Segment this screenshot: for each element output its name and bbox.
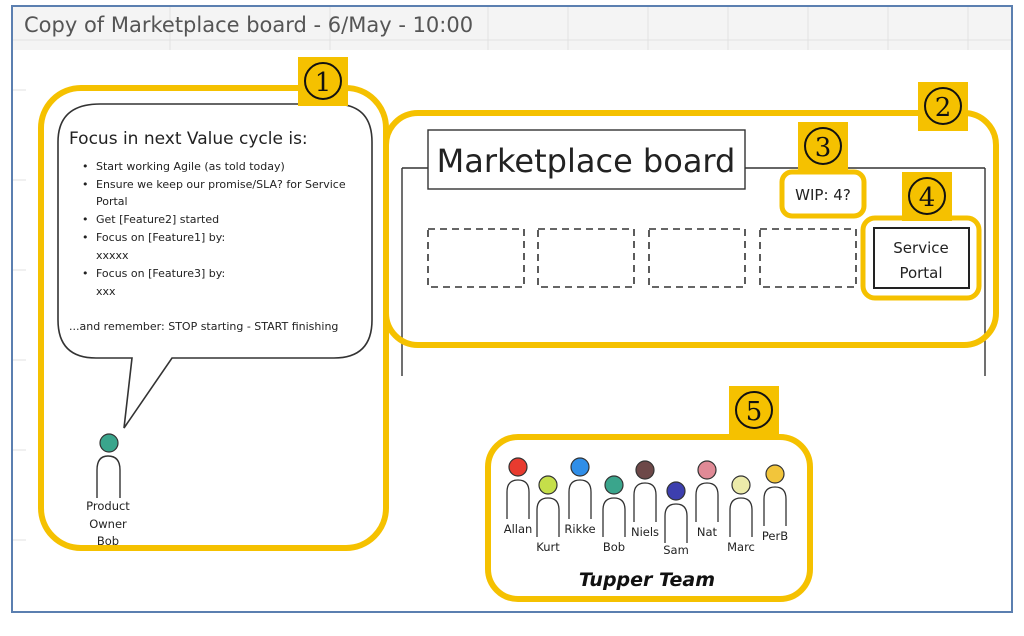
team-member-body xyxy=(729,497,753,537)
team-member-name: PerB xyxy=(762,529,788,543)
team-member-head xyxy=(508,457,528,477)
product-owner-label: Bob xyxy=(97,534,119,548)
team-member-body xyxy=(664,503,688,543)
bullet-item-continued: xxxxx xyxy=(96,249,129,262)
bullet-dot: • xyxy=(82,178,89,191)
bubble-heading: Focus in next Value cycle is: xyxy=(69,129,308,149)
callout-badge-4: 4 xyxy=(902,172,952,221)
callout-badge-3: 3 xyxy=(798,122,848,171)
bullet-dot: • xyxy=(82,213,89,226)
callout-number: 3 xyxy=(815,133,832,163)
callout-number: 4 xyxy=(919,183,936,213)
bullet-item-continued: xxx xyxy=(96,285,116,298)
team-member-body xyxy=(633,482,657,522)
bullet-dot: • xyxy=(82,267,89,280)
team-member-head xyxy=(538,475,558,495)
team-member-head xyxy=(604,475,624,495)
bullet-dot: • xyxy=(82,160,89,173)
bullet-item: Focus on [Feature1] by: xyxy=(96,231,225,244)
product-owner-head xyxy=(99,433,119,453)
team-member-name: Bob xyxy=(603,540,625,554)
bubble-closing: ...and remember: STOP starting - START f… xyxy=(69,320,338,333)
team-member-head xyxy=(570,457,590,477)
product-owner-body xyxy=(96,455,121,498)
team-member: Nat xyxy=(695,460,719,539)
bullet-dot: • xyxy=(82,231,89,244)
team-member-body xyxy=(568,479,592,519)
team-member-head xyxy=(731,475,751,495)
team-member-name: Nat xyxy=(697,525,718,539)
team-member: Sam xyxy=(663,481,689,557)
team-name: Tupper Team xyxy=(579,569,715,591)
service-portal-label: Portal xyxy=(899,264,942,282)
board-title: Marketplace board xyxy=(437,142,736,180)
wip-limit-label: WIP: 4? xyxy=(795,186,851,204)
team-member-name: Kurt xyxy=(536,540,560,554)
team-member-head xyxy=(635,460,655,480)
bullet-item-continued: Portal xyxy=(96,195,128,208)
callout-badge-2: 2 xyxy=(918,82,968,131)
product-owner-label: Product xyxy=(86,499,130,513)
bullet-item: Focus on [Feature3] by: xyxy=(96,267,225,280)
team-member: Bob xyxy=(602,475,626,554)
callout-number: 2 xyxy=(935,93,952,123)
product-owner-label: Owner xyxy=(89,517,127,531)
team-member-name: Marc xyxy=(727,540,755,554)
team-member-body xyxy=(695,482,719,522)
callout-number: 1 xyxy=(315,68,332,98)
team-member-name: Rikke xyxy=(564,522,595,536)
team-member-name: Sam xyxy=(663,543,689,557)
bullet-item: Start working Agile (as told today) xyxy=(96,160,285,173)
team-member-body xyxy=(763,486,787,526)
team-member-head xyxy=(765,464,785,484)
bullet-item: Ensure we keep our promise/SLA? for Serv… xyxy=(96,178,346,191)
team-member-body xyxy=(602,497,626,537)
team-member: Kurt xyxy=(536,475,560,554)
team-member-body xyxy=(506,479,530,519)
callout-badge-1: 1 xyxy=(298,57,348,106)
callout-number: 5 xyxy=(746,397,763,427)
team-member-name: Allan xyxy=(504,522,533,536)
team-member-head xyxy=(697,460,717,480)
team-member-name: Niels xyxy=(631,525,659,539)
service-portal-label: Service xyxy=(893,239,948,257)
team-member-head xyxy=(666,481,686,501)
team-member-body xyxy=(536,497,560,537)
bullet-item: Get [Feature2] started xyxy=(96,213,219,226)
board-canvas: Copy of Marketplace board - 6/May - 10:0… xyxy=(0,0,1024,632)
callout-badge-5: 5 xyxy=(729,386,779,435)
page-title: Copy of Marketplace board - 6/May - 10:0… xyxy=(24,13,473,37)
